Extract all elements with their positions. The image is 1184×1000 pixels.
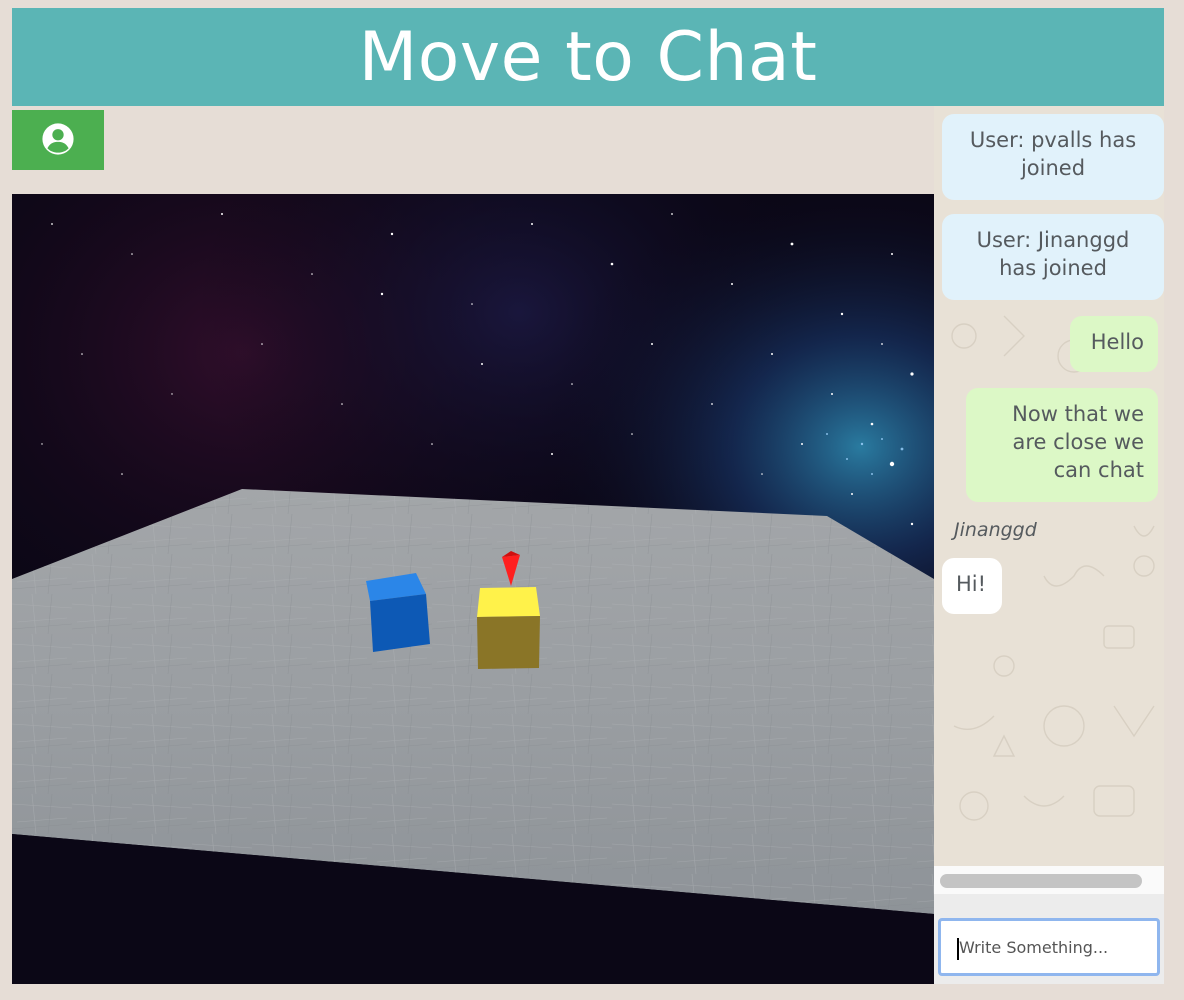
system-message: User: pvalls has joined	[942, 114, 1164, 200]
yellow-cube	[477, 587, 540, 669]
scrollbar-thumb[interactable]	[940, 874, 1142, 888]
account-circle-icon	[41, 122, 75, 159]
floor-platform	[12, 489, 934, 984]
incoming-message: Hi!	[942, 558, 1002, 614]
app-root: Move to Chat User: pvalls has joined Use…	[0, 0, 1184, 1000]
chat-panel: User: pvalls has joined User: Jinanggd h…	[934, 106, 1164, 866]
own-message: Hello	[1070, 316, 1158, 372]
profile-button[interactable]	[12, 110, 104, 170]
text-caret	[957, 938, 959, 960]
chat-input-area	[934, 894, 1164, 984]
3d-scene-canvas[interactable]	[12, 194, 934, 984]
page-title: Move to Chat	[12, 8, 1164, 106]
chat-scrollbar[interactable]	[934, 866, 1164, 894]
message-sender: Jinanggd	[954, 519, 1037, 541]
system-message: User: Jinanggd has joined	[942, 214, 1164, 300]
blue-cube	[366, 573, 430, 652]
own-message: Now that we are close we can chat	[966, 388, 1158, 502]
chat-message-input[interactable]	[938, 918, 1160, 976]
